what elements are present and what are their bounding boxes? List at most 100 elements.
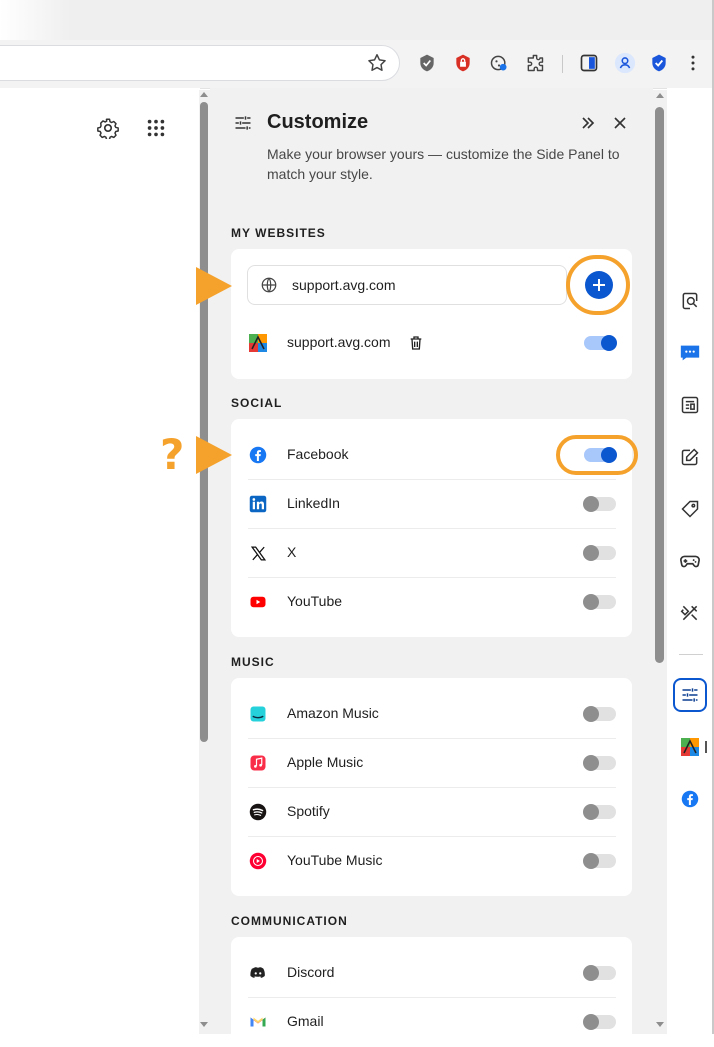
address-bar[interactable] xyxy=(0,45,400,81)
globe-icon xyxy=(260,276,278,294)
gmail-toggle[interactable] xyxy=(583,1014,616,1030)
tab-strip xyxy=(0,0,714,40)
x-toggle[interactable] xyxy=(583,545,616,561)
page-content xyxy=(0,88,200,1034)
list-item-label: Amazon Music xyxy=(287,705,379,721)
annotation-arrow-icon xyxy=(196,267,232,305)
shield-check-icon[interactable] xyxy=(416,52,438,74)
list-item-label: LinkedIn xyxy=(287,495,340,511)
tools-icon[interactable] xyxy=(679,602,701,624)
list-item: LinkedIn xyxy=(248,479,616,529)
profile-icon[interactable] xyxy=(614,52,636,74)
panel-subtitle: Make your browser yours — customize the … xyxy=(267,146,620,182)
section-label-social: SOCIAL xyxy=(231,396,283,410)
website-toggle[interactable] xyxy=(584,335,617,351)
apps-grid-icon[interactable] xyxy=(145,117,167,139)
avg-logo-icon[interactable] xyxy=(679,736,701,758)
list-item-label: Apple Music xyxy=(287,754,364,770)
puzzle-icon[interactable] xyxy=(524,52,546,74)
linkedin-icon xyxy=(248,494,268,514)
linkedin-toggle[interactable] xyxy=(583,496,616,512)
lock-red-icon[interactable] xyxy=(452,52,474,74)
gamepad-icon[interactable] xyxy=(679,550,701,572)
customize-side-panel: Customize Make your browser yours — cust… xyxy=(210,88,653,1047)
list-item-label: Gmail xyxy=(287,1013,324,1029)
side-panel-icon[interactable] xyxy=(578,52,600,74)
rail-divider xyxy=(679,654,703,655)
scroll-down-arrow[interactable] xyxy=(656,1022,664,1027)
apple-music-toggle[interactable] xyxy=(583,755,616,771)
scroll-up-arrow[interactable] xyxy=(200,92,208,97)
list-item: support.avg.com xyxy=(248,318,617,367)
list-item-label: YouTube xyxy=(287,593,343,609)
amazon-music-icon xyxy=(248,704,268,724)
chat-icon[interactable] xyxy=(679,342,701,364)
youtube-toggle[interactable] xyxy=(583,594,616,610)
more-icon[interactable] xyxy=(682,52,704,74)
cookie-icon[interactable] xyxy=(488,52,510,74)
scroll-up-arrow[interactable] xyxy=(656,93,664,98)
panel-scrollbar[interactable] xyxy=(653,90,667,1034)
discord-toggle[interactable] xyxy=(583,965,616,981)
panel-title: Customize xyxy=(267,111,369,133)
page-scrollbar[interactable] xyxy=(199,90,210,1034)
close-icon[interactable] xyxy=(610,113,630,133)
list-item: X xyxy=(248,528,616,578)
avg-logo-icon xyxy=(248,333,268,353)
gmail-icon xyxy=(248,1012,268,1032)
annotation-arrow-icon xyxy=(196,436,232,474)
scrollbar-thumb[interactable] xyxy=(200,102,208,742)
apple-music-icon xyxy=(248,753,268,773)
customize-tune-icon[interactable] xyxy=(679,684,701,706)
annotation-highlight-ring xyxy=(556,435,638,475)
list-item: YouTube xyxy=(248,577,616,626)
rail-pin-indicator xyxy=(705,741,707,753)
list-item-label: Discord xyxy=(287,964,335,980)
list-item-label: Spotify xyxy=(287,803,330,819)
search-page-icon[interactable] xyxy=(679,290,701,312)
list-item: Gmail xyxy=(248,997,616,1046)
reading-list-icon[interactable] xyxy=(679,394,701,416)
tag-icon[interactable] xyxy=(679,498,701,520)
browser-toolbar xyxy=(0,0,714,89)
youtube-music-toggle[interactable] xyxy=(583,853,616,869)
website-url-value: support.avg.com xyxy=(292,277,396,293)
list-item: YouTube Music xyxy=(248,836,616,885)
gear-icon[interactable] xyxy=(97,117,119,141)
communication-card: Discord Gmail xyxy=(231,937,632,1047)
list-item-label: Facebook xyxy=(287,446,349,462)
scrollbar-thumb[interactable] xyxy=(655,107,664,663)
question-mark-annotation: ? xyxy=(160,430,185,479)
star-icon[interactable] xyxy=(366,52,388,74)
double-chevron-right-icon[interactable] xyxy=(578,113,598,133)
youtube-icon xyxy=(248,592,268,612)
facebook-icon[interactable] xyxy=(679,788,701,810)
notes-icon[interactable] xyxy=(679,446,701,468)
section-label-my-websites: MY WEBSITES xyxy=(231,226,326,240)
discord-icon xyxy=(248,963,268,983)
shield-blue-icon[interactable] xyxy=(648,52,670,74)
spotify-toggle[interactable] xyxy=(583,804,616,820)
website-url-input[interactable]: support.avg.com xyxy=(247,265,567,305)
list-item: Discord xyxy=(248,948,616,998)
amazon-music-toggle[interactable] xyxy=(583,706,616,722)
list-item-label: support.avg.com xyxy=(287,334,391,350)
facebook-icon xyxy=(248,445,268,465)
spotify-icon xyxy=(248,802,268,822)
x-icon xyxy=(248,543,268,563)
list-item-label: X xyxy=(287,544,297,560)
section-label-music: MUSIC xyxy=(231,655,275,669)
tab-fade xyxy=(0,0,70,40)
list-item: Spotify xyxy=(248,787,616,837)
scroll-down-arrow[interactable] xyxy=(200,1022,208,1027)
section-label-communication: COMMUNICATION xyxy=(231,914,348,928)
trash-icon[interactable] xyxy=(408,335,424,351)
list-item: Amazon Music xyxy=(248,689,616,739)
tune-icon xyxy=(233,113,253,133)
annotation-highlight-ring xyxy=(566,255,630,315)
list-item: Apple Music xyxy=(248,738,616,788)
music-card: Amazon Music Apple Music Spotify YouTube… xyxy=(231,678,632,896)
list-item-label: YouTube Music xyxy=(287,852,383,868)
youtube-music-icon xyxy=(248,851,268,871)
toolbar-divider xyxy=(562,55,563,73)
